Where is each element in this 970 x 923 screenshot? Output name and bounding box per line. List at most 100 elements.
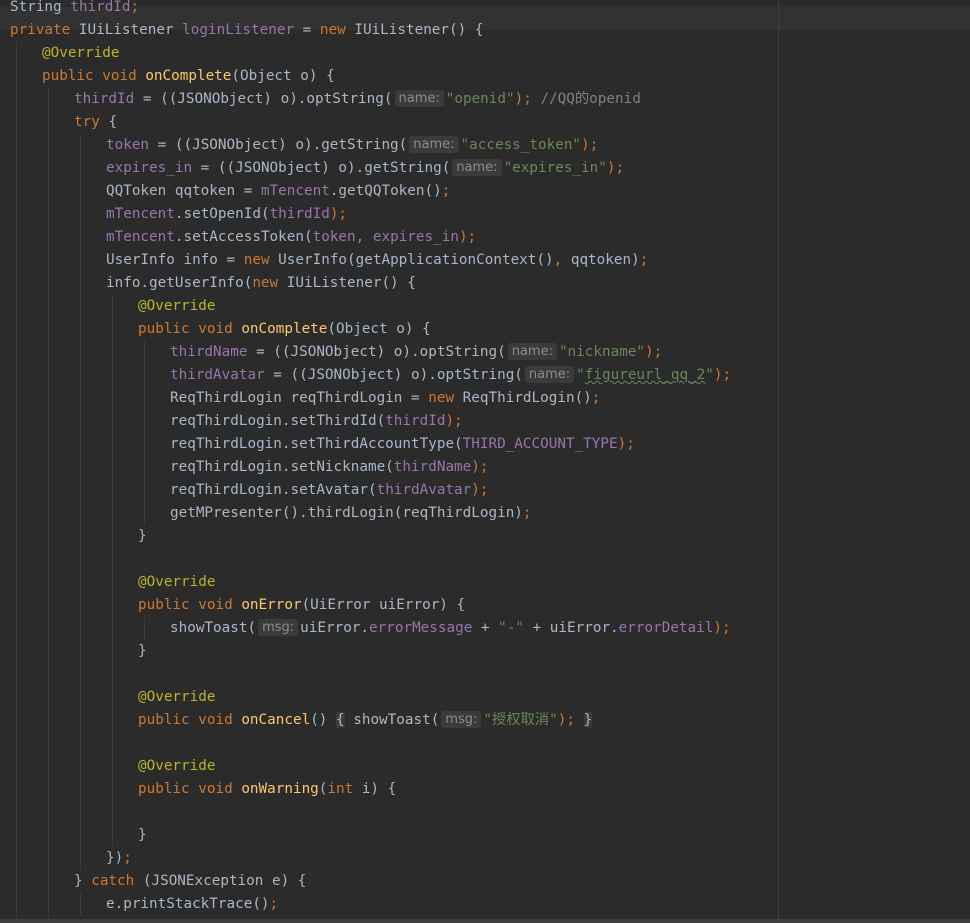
code-line[interactable]: public void onError(UiError uiError) { (138, 594, 465, 617)
code-token: ); (458, 229, 477, 245)
code-line[interactable]: reqThirdLogin.setThirdId(thirdId); (170, 410, 463, 433)
code-line[interactable]: @Override (138, 686, 215, 709)
code-token: = ((JSONObject) o).getString( (149, 137, 408, 153)
code-line[interactable]: thirdId = ((JSONObject) o).optString(nam… (74, 88, 641, 111)
horizontal-scrollbar-track[interactable] (0, 919, 970, 923)
code-line[interactable]: public void onComplete(Object o) { (138, 318, 431, 341)
code-line[interactable]: } (138, 525, 147, 548)
code-token: ; (441, 183, 451, 199)
code-token: } (74, 873, 92, 889)
code-token: try (74, 114, 109, 130)
code-line[interactable]: }); (106, 847, 132, 870)
code-token: { (336, 712, 345, 728)
code-token: .setAccessToken( (174, 229, 313, 245)
code-token: (Object o) { (327, 321, 431, 337)
code-line[interactable]: @Override (138, 571, 215, 594)
code-token: = ((JSONObject) o).optString( (247, 344, 506, 360)
code-token: ); (329, 206, 348, 222)
code-line[interactable]: e.printStackTrace(); (106, 893, 278, 916)
code-token: expires_in (372, 229, 459, 245)
code-token: i) { (361, 781, 397, 797)
code-token: thirdId (385, 413, 446, 429)
code-token: = ((JSONObject) o).getString( (192, 160, 451, 176)
code-line[interactable]: @Override (138, 755, 215, 778)
code-token: (Object o) { (231, 68, 335, 84)
code-line[interactable]: @Override (138, 295, 215, 318)
code-token: + uiError. (523, 620, 619, 636)
code-token: thirdId (74, 91, 135, 107)
code-token: mTencent (106, 206, 175, 222)
code-token: .setOpenId( (174, 206, 270, 222)
code-line[interactable]: reqThirdLogin.setAvatar(thirdAvatar); (170, 479, 489, 502)
code-line[interactable]: } (138, 824, 147, 847)
code-token: ; (591, 390, 601, 406)
code-token: e.printStackTrace() (106, 896, 270, 912)
code-line[interactable]: try { (74, 111, 117, 134)
code-line[interactable]: thirdName = ((JSONObject) o).optString(n… (170, 341, 662, 364)
code-token: IUiListener() { (286, 275, 416, 291)
code-token: @Override (138, 758, 216, 774)
code-token: public (138, 321, 199, 337)
code-token: = ((JSONObject) o).optString( (134, 91, 393, 107)
code-token: void (102, 68, 146, 84)
code-token: ); (606, 160, 625, 176)
code-token: IUiListener (78, 22, 183, 38)
code-token: onError (241, 597, 302, 613)
code-token: ); (645, 344, 663, 360)
code-token: mTencent (260, 183, 330, 199)
code-line[interactable]: } (138, 640, 147, 663)
code-line[interactable]: } catch (JSONException e) { (74, 870, 306, 893)
code-token: showToast( (170, 620, 257, 636)
code-token: onCancel (241, 712, 311, 728)
code-line[interactable]: QQToken qqtoken = mTencent.getQQToken(); (106, 180, 450, 203)
code-token: uiError. (300, 620, 370, 636)
code-token: showToast( (344, 712, 440, 728)
code-token: "nickname" (558, 344, 646, 360)
code-line[interactable]: private IUiListener loginListener = new … (10, 19, 483, 42)
code-token: onWarning (241, 781, 319, 797)
code-token: void (198, 321, 242, 337)
code-line[interactable]: expires_in = ((JSONObject) o).getString(… (106, 157, 624, 180)
code-line[interactable]: public void onComplete(Object o) { (42, 65, 335, 88)
code-token: expires_in (106, 160, 193, 176)
code-token: mTencent (106, 229, 175, 245)
code-token: ); (471, 459, 489, 475)
parameter-hint: name: (452, 159, 502, 176)
parameter-hint: name: (394, 90, 444, 107)
indent-guide-line (16, 42, 17, 923)
code-token: "expires_in" (503, 160, 607, 176)
code-line[interactable]: reqThirdLogin.setThirdAccountType(THIRD_… (170, 433, 635, 456)
code-token: @Override (138, 689, 216, 705)
code-line[interactable]: public void onWarning(int i) { (138, 778, 396, 801)
code-line[interactable]: String thirdId; (10, 0, 139, 19)
indent-guide-line (144, 617, 145, 640)
code-token: () (310, 712, 337, 728)
code-line[interactable]: token = ((JSONObject) o).getString(name:… (106, 134, 598, 157)
code-editor[interactable]: String thirdId; private IUiListener login… (0, 0, 970, 923)
code-token: (JSONException e) { (142, 873, 307, 889)
code-token: token (106, 137, 150, 153)
code-line[interactable]: showToast(msg: uiError.errorMessage + "-"… (170, 617, 731, 640)
code-line[interactable]: @Override (42, 42, 119, 65)
code-token: } (583, 712, 593, 728)
code-line[interactable]: UserInfo info = new UserInfo(getApplicat… (106, 249, 648, 272)
code-line[interactable]: getMPresenter().thirdLogin(reqThirdLogin… (170, 502, 532, 525)
parameter-hint: name: (507, 343, 557, 360)
code-token: figureurl_qq_2 (584, 367, 706, 383)
code-line[interactable]: mTencent.setOpenId(thirdId); (106, 203, 347, 226)
code-token: info.getUserInfo( (106, 275, 253, 291)
code-line[interactable]: reqThirdLogin.setNickname(thirdName); (170, 456, 488, 479)
code-line[interactable]: ReqThirdLogin reqThirdLogin = new ReqThi… (170, 387, 600, 410)
code-token: public (42, 68, 103, 84)
code-token: //QQ的openid (531, 91, 641, 107)
code-line[interactable]: thirdAvatar = ((JSONObject) o).optString… (170, 364, 731, 387)
indent-guide-line (80, 893, 81, 916)
code-token: = ((JSONObject) o).optString( (264, 367, 523, 383)
indent-guide-line (48, 88, 49, 923)
code-token: void (198, 597, 242, 613)
code-line[interactable]: public void onCancel() { showToast(msg: "… (138, 709, 593, 732)
indent-guide-line (144, 341, 145, 525)
code-line[interactable]: info.getUserInfo(new IUiListener() { (106, 272, 416, 295)
code-line[interactable]: mTencent.setAccessToken(token, expires_i… (106, 226, 476, 249)
